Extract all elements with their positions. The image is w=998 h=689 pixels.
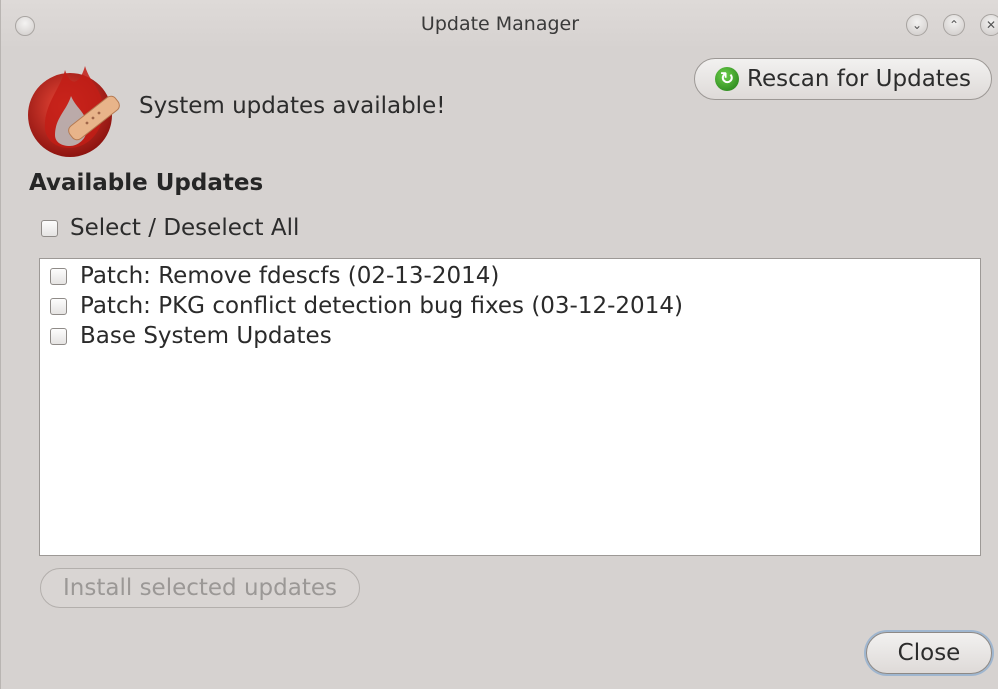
list-item[interactable]: Patch: PKG conflict detection bug fixes … xyxy=(40,291,980,321)
minimize-icon[interactable]: ⌄ xyxy=(906,14,928,36)
maximize-icon[interactable]: ⌃ xyxy=(943,14,965,36)
select-all-checkbox[interactable] xyxy=(41,219,58,237)
title-bar[interactable]: Update Manager ⌄ ⌃ ✕ xyxy=(1,0,998,50)
list-item[interactable]: Base System Updates xyxy=(40,321,980,351)
update-label: Patch: Remove fdescfs (02-13-2014) xyxy=(80,263,500,289)
update-manager-logo-icon xyxy=(28,66,120,157)
updates-list[interactable]: Patch: Remove fdescfs (02-13-2014) Patch… xyxy=(39,258,981,556)
update-checkbox[interactable] xyxy=(50,327,67,345)
update-label: Base System Updates xyxy=(80,323,332,349)
update-checkbox[interactable] xyxy=(50,267,67,285)
list-item[interactable]: Patch: Remove fdescfs (02-13-2014) xyxy=(40,261,980,291)
update-checkbox[interactable] xyxy=(50,297,67,315)
select-all-label: Select / Deselect All xyxy=(70,215,300,241)
close-button[interactable]: Close xyxy=(866,632,992,674)
rescan-button[interactable]: ↻ Rescan for Updates xyxy=(694,58,992,100)
install-selected-button[interactable]: Install selected updates xyxy=(40,568,360,608)
available-updates-heading: Available Updates xyxy=(29,170,264,196)
select-all-checkbox-row[interactable]: Select / Deselect All xyxy=(41,215,299,241)
update-manager-window: Update Manager ⌄ ⌃ ✕ System updates avai… xyxy=(0,0,998,689)
refresh-icon: ↻ xyxy=(715,67,740,91)
window-title: Update Manager xyxy=(420,13,580,35)
status-message: System updates available! xyxy=(139,93,446,119)
update-label: Patch: PKG conflict detection bug fixes … xyxy=(80,293,683,319)
close-window-icon[interactable]: ✕ xyxy=(980,14,998,36)
rescan-button-label: Rescan for Updates xyxy=(747,66,971,92)
